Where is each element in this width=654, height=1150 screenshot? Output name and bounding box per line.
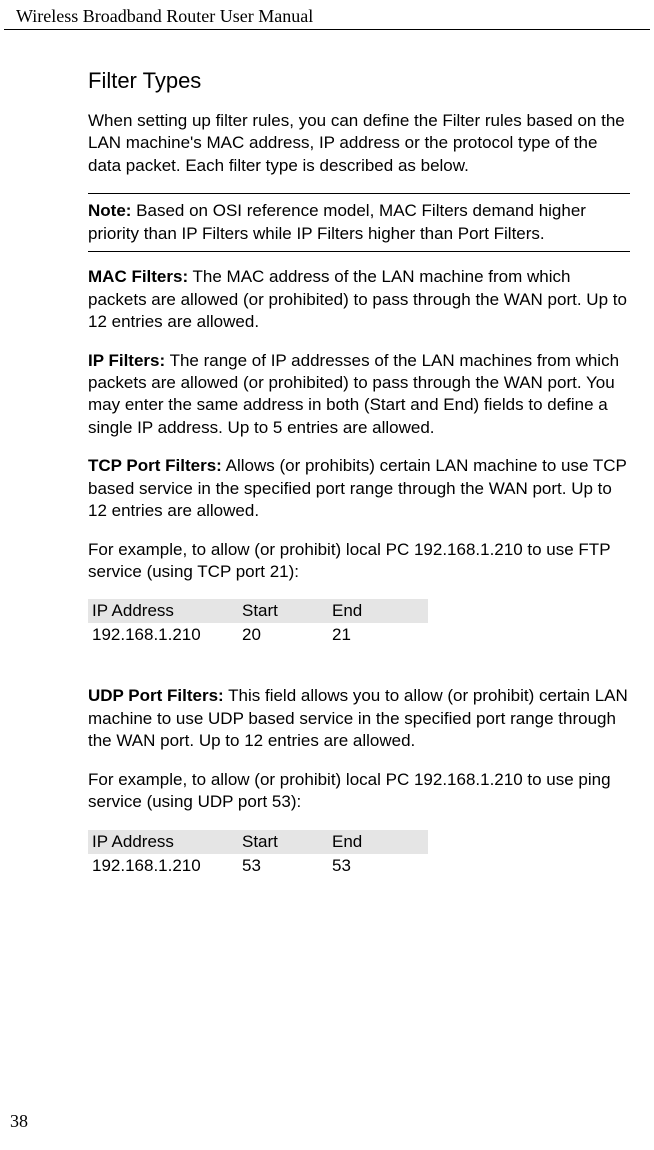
tcp-example-table: IP Address Start End 192.168.1.210 20 21 bbox=[88, 599, 428, 647]
intro-paragraph: When setting up filter rules, you can de… bbox=[88, 110, 630, 177]
udp-filters-label: UDP Port Filters: bbox=[88, 686, 224, 705]
content-area: Filter Types When setting up filter rule… bbox=[88, 68, 630, 878]
section-title: Filter Types bbox=[88, 68, 630, 94]
tcp-example-intro: For example, to allow (or prohibit) loca… bbox=[88, 539, 630, 584]
cell-end: 21 bbox=[328, 623, 428, 647]
udp-example-table: IP Address Start End 192.168.1.210 53 53 bbox=[88, 830, 428, 878]
note-text: Based on OSI reference model, MAC Filter… bbox=[88, 201, 586, 242]
table-header-row: IP Address Start End bbox=[88, 599, 428, 623]
ip-filters-label: IP Filters: bbox=[88, 351, 165, 370]
mac-filters-label: MAC Filters: bbox=[88, 267, 188, 286]
header-end: End bbox=[328, 599, 428, 623]
ip-filters-text: The range of IP addresses of the LAN mac… bbox=[88, 351, 619, 437]
header-end: End bbox=[328, 830, 428, 854]
mac-filters-paragraph: MAC Filters: The MAC address of the LAN … bbox=[88, 266, 630, 333]
page: Wireless Broadband Router User Manual Fi… bbox=[0, 0, 654, 1150]
cell-start: 20 bbox=[238, 623, 328, 647]
udp-filters-paragraph: UDP Port Filters: This field allows you … bbox=[88, 685, 630, 752]
cell-start: 53 bbox=[238, 854, 328, 878]
table-row: 192.168.1.210 53 53 bbox=[88, 854, 428, 878]
table-header-row: IP Address Start End bbox=[88, 830, 428, 854]
header-start: Start bbox=[238, 830, 328, 854]
udp-example-intro: For example, to allow (or prohibit) loca… bbox=[88, 769, 630, 814]
page-number: 38 bbox=[10, 1111, 28, 1132]
header-start: Start bbox=[238, 599, 328, 623]
cell-end: 53 bbox=[328, 854, 428, 878]
tcp-filters-label: TCP Port Filters: bbox=[88, 456, 222, 475]
header-ip: IP Address bbox=[88, 830, 238, 854]
table-row: 192.168.1.210 20 21 bbox=[88, 623, 428, 647]
cell-ip: 192.168.1.210 bbox=[88, 623, 238, 647]
cell-ip: 192.168.1.210 bbox=[88, 854, 238, 878]
note-box: Note: Based on OSI reference model, MAC … bbox=[88, 193, 630, 252]
note-label: Note: bbox=[88, 201, 131, 220]
ip-filters-paragraph: IP Filters: The range of IP addresses of… bbox=[88, 350, 630, 440]
header-ip: IP Address bbox=[88, 599, 238, 623]
tcp-filters-paragraph: TCP Port Filters: Allows (or prohibits) … bbox=[88, 455, 630, 522]
running-head: Wireless Broadband Router User Manual bbox=[4, 6, 650, 30]
